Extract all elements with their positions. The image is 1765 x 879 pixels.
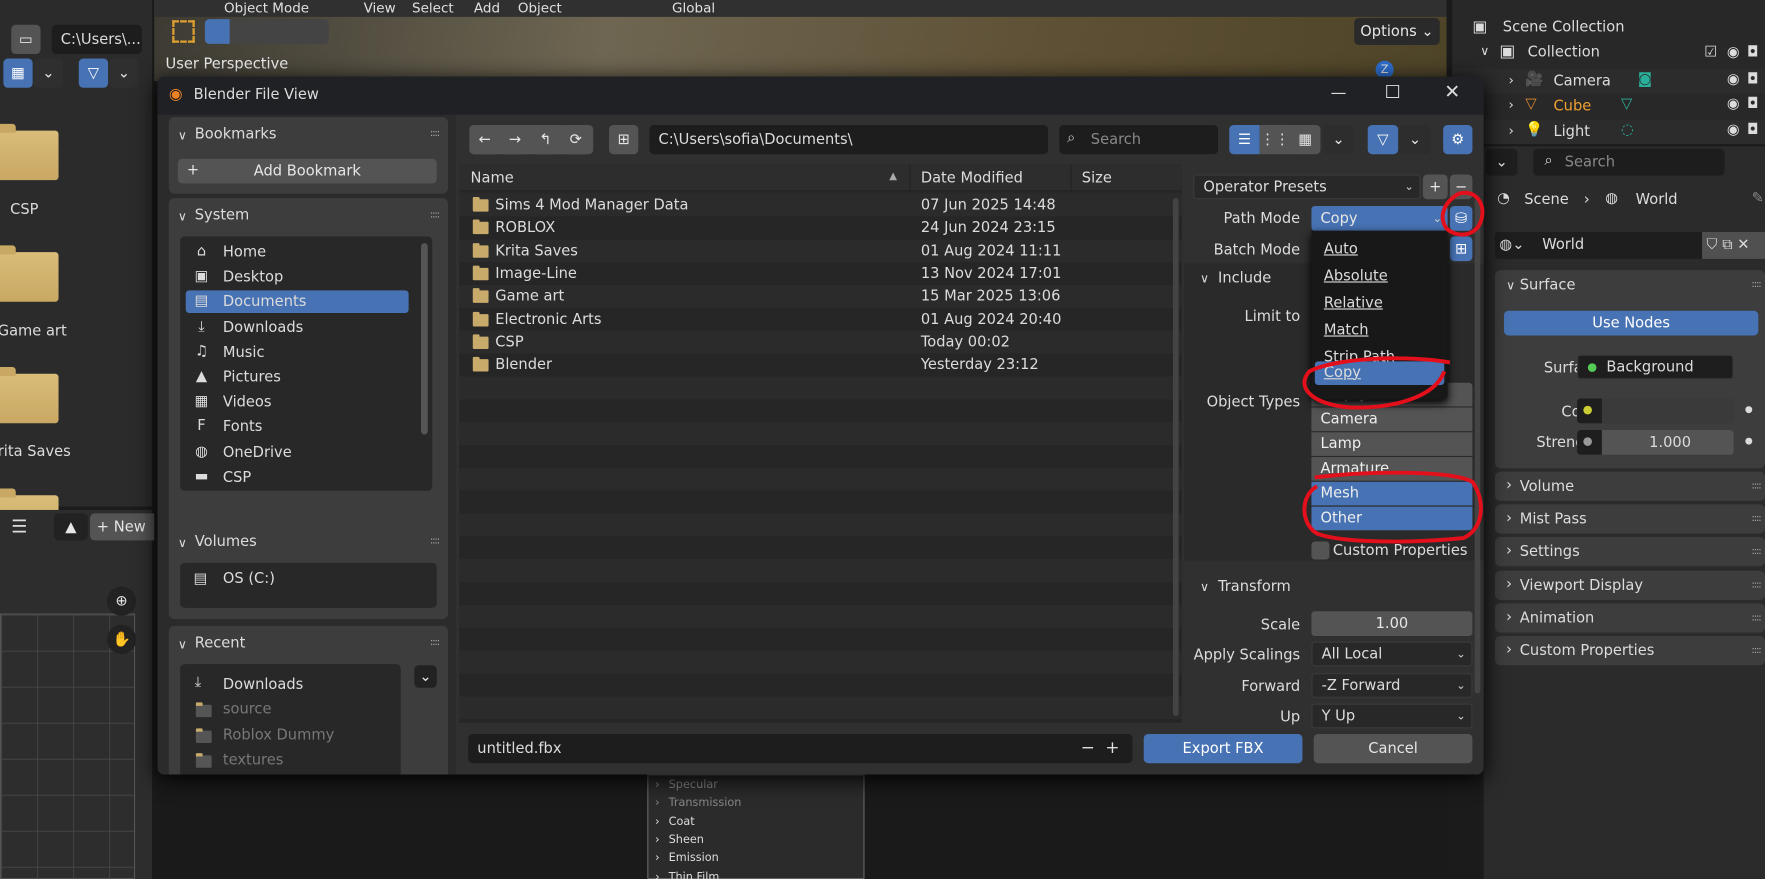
annotation-circle-object-types: [1302, 470, 1483, 544]
blender-window: ▭ C:\Users\... ▦ ⌄ ▽ ⌄ CSP Game art rita…: [0, 0, 1765, 879]
annotation-circle-copy: [1302, 356, 1451, 410]
annotation-circle-embed: [1440, 190, 1485, 237]
red-annotations: [1302, 190, 1485, 544]
